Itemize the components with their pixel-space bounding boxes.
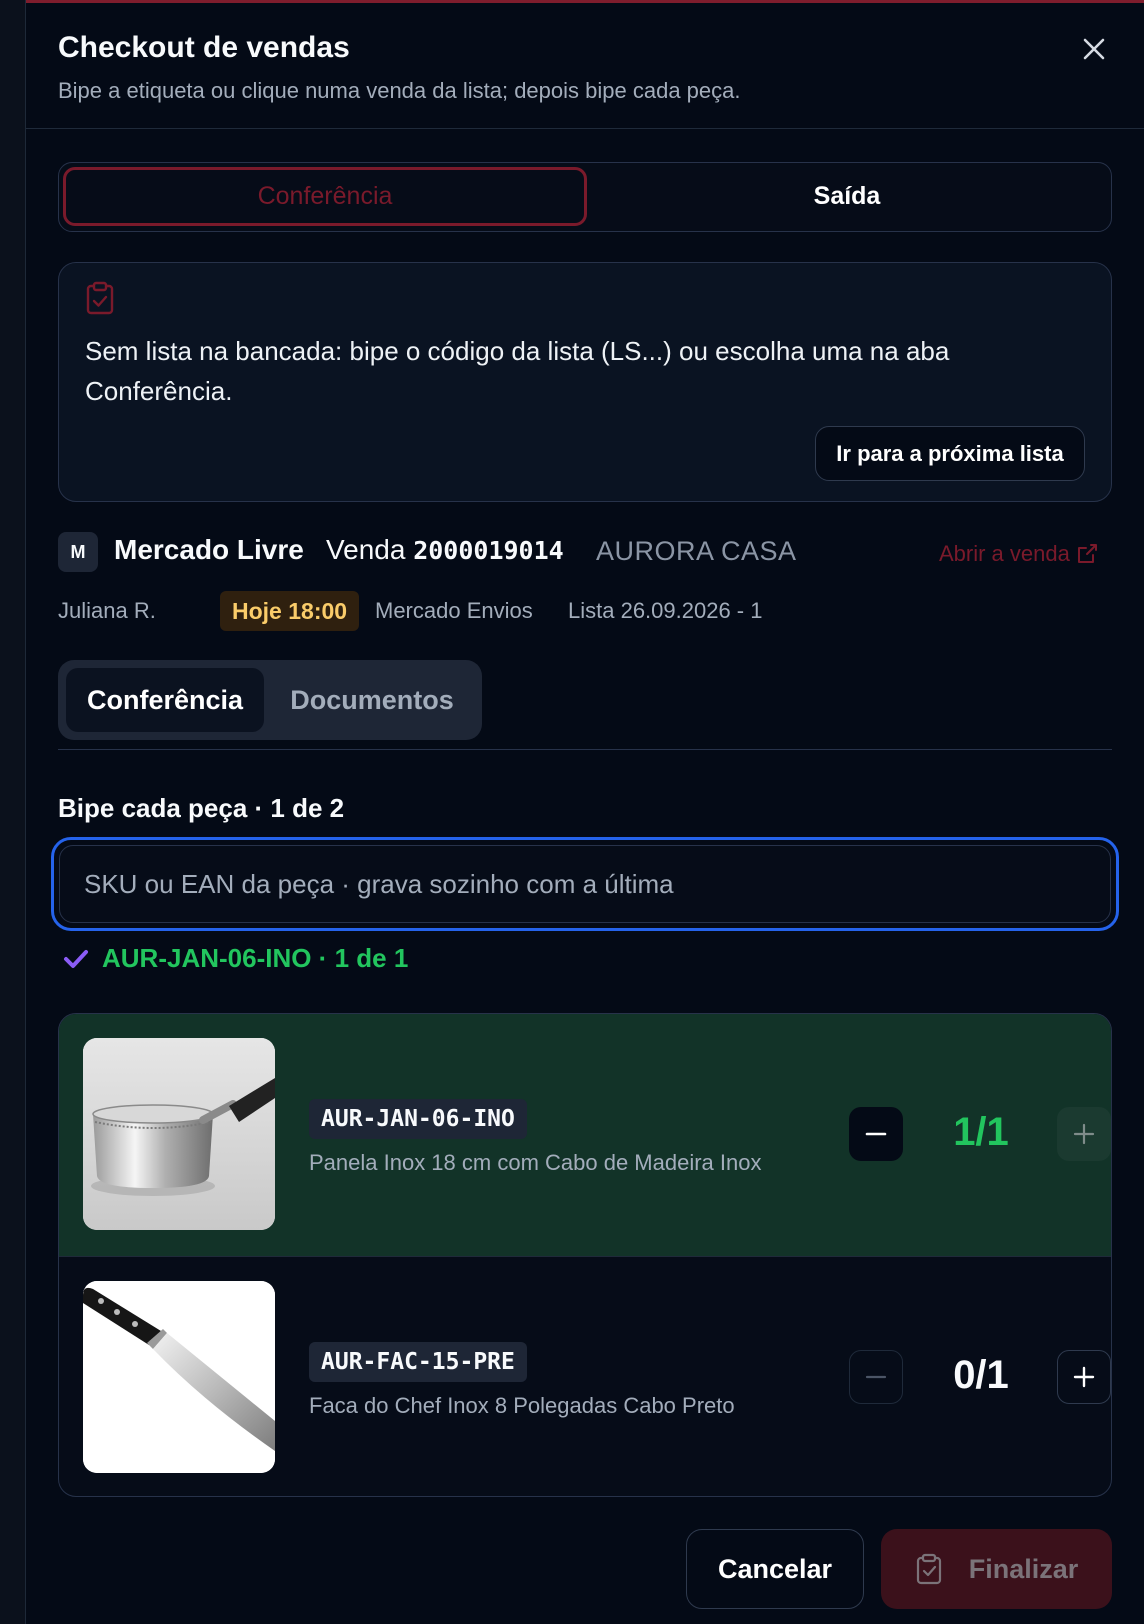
decrement-button[interactable] xyxy=(849,1350,903,1404)
dialog-title: Checkout de vendas xyxy=(58,31,350,64)
item-sku: AUR-JAN-06-INO xyxy=(309,1099,527,1139)
notice-panel: Sem lista na bancada: bipe o código da l… xyxy=(58,262,1112,502)
minus-icon xyxy=(865,1132,887,1136)
item-sku: AUR-FAC-15-PRE xyxy=(309,1342,527,1382)
mode-tab-conferencia[interactable]: Conferência xyxy=(63,167,587,226)
tab-documentos[interactable]: Documentos xyxy=(270,668,474,732)
store-name: AURORA CASA xyxy=(596,536,797,566)
last-scan-status: AUR-JAN-06-INO · 1 de 1 xyxy=(62,943,408,974)
external-link-icon xyxy=(1077,544,1097,563)
order-meta: Juliana R. Hoje 18:00 Mercado Envios Lis… xyxy=(58,591,1112,631)
item-list: AUR-JAN-06-INO Panela Inox 18 cm com Cab… xyxy=(58,1013,1112,1497)
minus-icon xyxy=(865,1375,887,1379)
product-image xyxy=(83,1281,275,1473)
next-list-button[interactable]: Ir para a próxima lista xyxy=(815,426,1085,481)
marketplace-name: Mercado Livre xyxy=(114,534,304,565)
marketplace-badge: M xyxy=(58,532,98,572)
chef-knife-image xyxy=(83,1281,275,1473)
item-quantity: 1/1 xyxy=(953,1110,1009,1154)
order-id: 2000019014 xyxy=(413,536,564,565)
item-description: Faca do Chef Inox 8 Polegadas Cabo Preto xyxy=(309,1393,735,1418)
saucepan-image xyxy=(83,1038,275,1230)
scan-input[interactable] xyxy=(59,845,1111,923)
open-order-label: Abrir a venda xyxy=(939,541,1070,566)
shipping-method: Mercado Envios xyxy=(375,598,533,623)
close-button[interactable] xyxy=(1078,33,1110,65)
order-label: Venda xyxy=(326,534,406,565)
finish-button[interactable]: Finalizar xyxy=(881,1529,1112,1609)
deadline-badge: Hoje 18:00 xyxy=(220,591,360,631)
dialog-header: Checkout de vendas Bipe a etiqueta ou cl… xyxy=(26,3,1144,129)
checkout-dialog: Checkout de vendas Bipe a etiqueta ou cl… xyxy=(26,3,1144,1624)
clipboard-check-icon xyxy=(916,1553,941,1585)
plus-icon xyxy=(1073,1366,1095,1388)
dialog-subtitle: Bipe a etiqueta ou clique numa venda da … xyxy=(58,78,741,103)
cancel-button[interactable]: Cancelar xyxy=(686,1529,864,1609)
check-icon xyxy=(64,949,88,968)
open-order-link[interactable]: Abrir a venda xyxy=(939,541,1098,567)
item-description: Panela Inox 18 cm com Cabo de Madeira In… xyxy=(309,1150,762,1175)
list-item: AUR-JAN-06-INO Panela Inox 18 cm com Cab… xyxy=(59,1014,1111,1256)
section-divider xyxy=(58,749,1112,750)
finish-label: Finalizar xyxy=(968,1553,1079,1584)
section-tabs: Conferência Documentos xyxy=(58,660,482,740)
close-icon xyxy=(1083,38,1105,60)
increment-button[interactable] xyxy=(1057,1350,1111,1404)
decrement-button[interactable] xyxy=(849,1107,903,1161)
mode-switch: Conferência Saída xyxy=(58,162,1112,232)
last-scan-text: AUR-JAN-06-INO · 1 de 1 xyxy=(102,943,409,973)
backdrop xyxy=(0,0,26,1624)
increment-button[interactable] xyxy=(1057,1107,1111,1161)
clipboard-check-icon xyxy=(86,281,114,315)
notice-text: Sem lista na bancada: bipe o código da l… xyxy=(85,336,950,406)
buyer-name: Juliana R. xyxy=(58,598,156,623)
mode-tab-saida[interactable]: Saída xyxy=(585,167,1109,226)
scan-label: Bipe cada peça · 1 de 2 xyxy=(58,793,345,823)
product-image xyxy=(83,1038,275,1230)
list-item: AUR-FAC-15-PRE Faca do Chef Inox 8 Poleg… xyxy=(59,1256,1111,1496)
item-quantity: 0/1 xyxy=(953,1353,1009,1397)
tab-conferencia[interactable]: Conferência xyxy=(66,668,264,732)
scan-input-focus-ring xyxy=(51,837,1119,931)
plus-icon xyxy=(1073,1123,1095,1145)
list-name: Lista 26.09.2026 - 1 xyxy=(568,598,763,623)
order-number: Venda 2000019014 xyxy=(326,534,564,566)
